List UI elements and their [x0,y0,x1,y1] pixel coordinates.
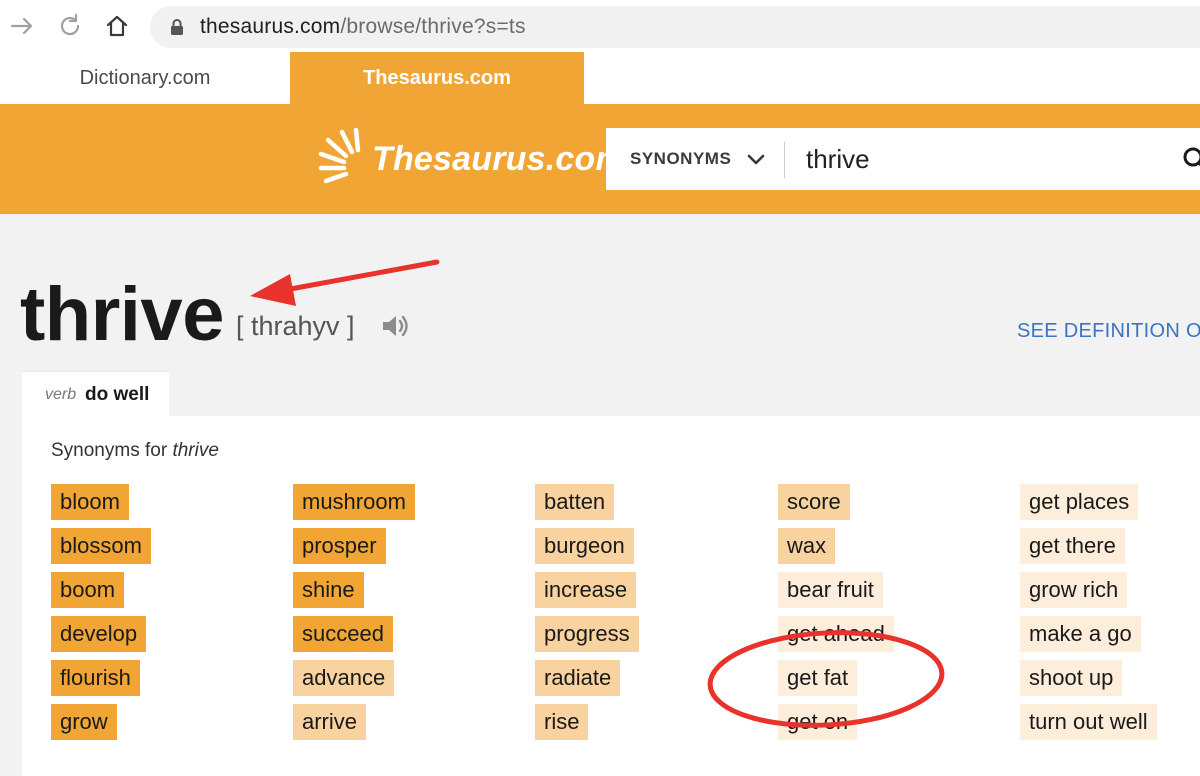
thesaurus-logo[interactable]: Thesaurus.com [318,126,626,196]
synonym-boom[interactable]: boom [51,572,125,608]
synonym-wax[interactable]: wax [778,528,836,564]
synonym-burgeon[interactable]: burgeon [535,528,634,564]
synonym-arrive[interactable]: arrive [293,704,367,740]
synonym-prosper[interactable]: prosper [293,528,386,564]
address-bar[interactable]: thesaurus.com/browse/thrive?s=ts [150,6,1200,48]
headword: thrive [20,272,224,357]
url-host: thesaurus.com [200,15,341,38]
search-divider [784,142,785,178]
synonym-flourish[interactable]: flourish [51,660,140,696]
synonym-column-1: bloom blossom boom develop flourish grow [51,484,151,748]
url-path: /browse/thrive?s=ts [340,15,526,38]
pronunciation: [ thrahyv ] [236,311,355,341]
synonym-get-ahead[interactable]: get ahead [778,616,894,652]
synonym-grow-rich[interactable]: grow rich [1020,572,1128,608]
synonym-make-a-go[interactable]: make a go [1020,616,1141,652]
synonym-grow[interactable]: grow [51,704,117,740]
annotation-arrow [250,259,440,306]
synonym-succeed[interactable]: succeed [293,616,393,652]
sense-definition: do well [85,384,150,405]
synonyms-heading-word: thrive [172,440,219,461]
synonym-column-5: get places get there grow rich make a go sho… [1020,484,1157,748]
synonym-get-there[interactable]: get there [1020,528,1125,564]
synonym-turn-out-well[interactable]: turn out well [1020,704,1157,740]
synonym-shoot-up[interactable]: shoot up [1020,660,1123,696]
synonym-get-fat[interactable]: get fat [778,660,858,696]
synonym-bloom[interactable]: bloom [51,484,129,520]
synonym-increase[interactable]: increase [535,572,637,608]
site-header: Thesaurus.com SYNONYMS [0,104,1200,214]
synonym-mushroom[interactable]: mushroom [293,484,415,520]
synonym-develop[interactable]: develop [51,616,147,652]
synonyms-heading: Synonyms for thrive [51,440,219,462]
synonym-column-2: mushroom prosper shine succeed advance arrive [293,484,415,748]
lock-icon [168,18,186,36]
tab-dictionary[interactable]: Dictionary.com [0,52,290,104]
sunburst-icon [318,127,361,184]
synonym-blossom[interactable]: blossom [51,528,151,564]
synonyms-panel: Synonyms for thrive bloom blossom boom deve… [22,416,1200,776]
address-bar-text: thesaurus.com/browse/thrive?s=ts [200,15,526,39]
search-input[interactable] [806,138,1166,180]
sense-tab[interactable]: verb do well [22,372,169,418]
part-of-speech: verb [45,386,77,403]
logo-text: Thesaurus.com [372,140,626,178]
synonym-column-4: score wax bear fruit get ahead get fat get on [778,484,894,748]
tab-thesaurus[interactable]: Thesaurus.com [290,52,584,104]
synonym-advance[interactable]: advance [293,660,395,696]
browser-toolbar: thesaurus.com/browse/thrive?s=ts [0,0,1200,52]
site-tabs: Dictionary.com Thesaurus.com [0,52,1200,104]
speaker-icon[interactable] [380,312,410,340]
forward-arrow-icon[interactable] [8,12,36,40]
reload-icon[interactable] [56,12,84,40]
synonym-bear-fruit[interactable]: bear fruit [778,572,883,608]
synonyms-heading-prefix: Synonyms for [51,440,173,461]
synonym-get-places[interactable]: get places [1020,484,1139,520]
synonym-score[interactable]: score [778,484,850,520]
chevron-down-icon[interactable] [746,150,766,170]
synonym-get-on[interactable]: get on [778,704,858,740]
search-icon[interactable] [1182,146,1200,172]
synonym-column-3: batten burgeon increase progress radiate rise [535,484,639,748]
search-type-dropdown[interactable]: SYNONYMS [630,128,731,190]
synonym-shine[interactable]: shine [293,572,364,608]
search-box: SYNONYMS [606,128,1200,190]
synonym-progress[interactable]: progress [535,616,639,652]
synonym-batten[interactable]: batten [535,484,615,520]
home-icon[interactable] [103,12,131,40]
synonym-radiate[interactable]: radiate [535,660,621,696]
see-definition-link[interactable]: SEE DEFINITION O [1017,320,1200,343]
synonym-rise[interactable]: rise [535,704,589,740]
